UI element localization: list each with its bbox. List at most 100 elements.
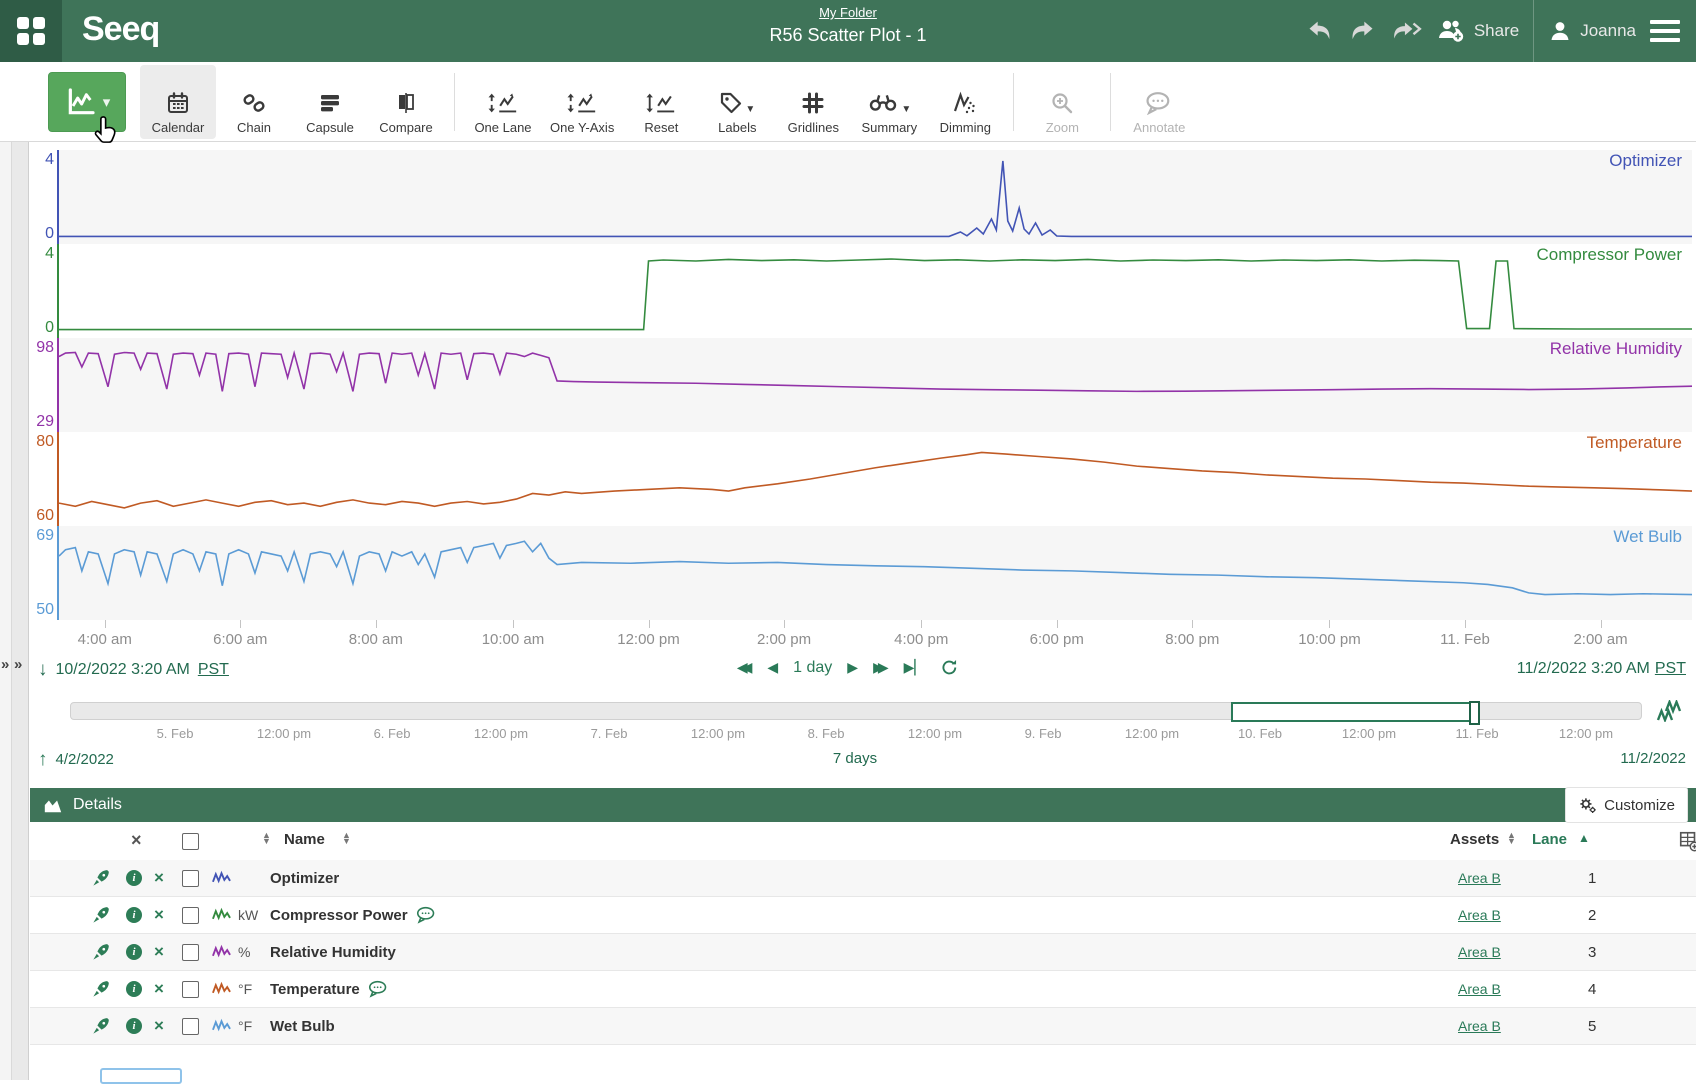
column-header-name[interactable]: Name <box>284 831 325 848</box>
undo-icon[interactable] <box>1306 17 1334 45</box>
toolbar-button-zoom[interactable]: Zoom <box>1024 65 1100 139</box>
info-icon[interactable]: i <box>126 860 142 896</box>
sort-lane-asc-icon[interactable]: ▲ <box>1578 831 1590 845</box>
sort-assets-icon[interactable]: ▲▼ <box>1507 833 1516 844</box>
info-icon[interactable]: i <box>126 897 142 933</box>
rocket-icon[interactable] <box>92 971 110 1007</box>
lane-plot-area[interactable]: Compressor Power <box>57 244 1692 338</box>
row-checkbox[interactable] <box>182 934 199 970</box>
labels-icon <box>719 91 743 115</box>
comment-icon[interactable] <box>416 906 437 924</box>
lane-plot-area[interactable]: Relative Humidity <box>57 338 1692 432</box>
timeline-track[interactable] <box>70 702 1642 720</box>
redo-icon[interactable] <box>1348 17 1376 45</box>
asset-link[interactable]: Area B <box>1458 1008 1501 1044</box>
info-icon[interactable]: i <box>126 934 142 970</box>
share-button[interactable]: Share <box>1436 18 1519 44</box>
lane-plot-area[interactable]: Optimizer <box>57 150 1692 244</box>
row-checkbox[interactable] <box>182 860 199 896</box>
signal-name[interactable]: Compressor Power <box>270 897 437 933</box>
display-range-end[interactable]: 11/2/2022 3:20 AM <box>1517 660 1650 678</box>
lane-plot-area[interactable]: Wet Bulb <box>57 526 1692 620</box>
asset-link[interactable]: Area B <box>1458 934 1501 970</box>
toolbar-button-annotate[interactable]: Annotate <box>1121 65 1197 139</box>
asset-link[interactable]: Area B <box>1458 897 1501 933</box>
user-menu[interactable]: Joanna <box>1548 19 1636 43</box>
remove-icon[interactable]: × <box>154 1008 164 1044</box>
toolbar-button-one-lane[interactable]: One Lane <box>465 65 541 139</box>
home-button[interactable] <box>0 0 62 62</box>
timezone-link[interactable]: PST <box>198 661 229 679</box>
info-icon[interactable]: i <box>126 971 142 1007</box>
redo-all-icon[interactable] <box>1390 17 1422 45</box>
unit-label: kW <box>238 897 258 933</box>
toolbar-button-compare[interactable]: Compare <box>368 65 444 139</box>
signal-name[interactable]: Relative Humidity <box>270 934 396 970</box>
hamburger-menu-icon[interactable] <box>1650 20 1680 42</box>
asset-link[interactable]: Area B <box>1458 971 1501 1007</box>
onelane-icon <box>566 91 598 115</box>
display-range-start[interactable]: 10/2/2022 3:20 AM <box>56 661 190 679</box>
chain-icon <box>242 91 266 115</box>
toolbar-button-dimming[interactable]: Dimming <box>927 65 1003 139</box>
sort-name-icon[interactable]: ▲▼ <box>342 833 351 844</box>
toolbar-button-gridlines[interactable]: Gridlines <box>775 65 851 139</box>
row-checkbox[interactable] <box>182 971 199 1007</box>
investigate-range-start[interactable]: 4/2/2022 <box>56 751 114 768</box>
lane-plot-area[interactable]: Temperature <box>57 432 1692 526</box>
nav-fast-forward-icon[interactable]: ▶▶ <box>873 659 889 676</box>
signal-name[interactable]: Wet Bulb <box>270 1008 335 1044</box>
toolbar-divider <box>1013 73 1014 131</box>
capsule-time-icon[interactable] <box>1656 700 1682 722</box>
remove-all-icon[interactable]: × <box>131 830 142 851</box>
refresh-icon[interactable] <box>940 658 959 677</box>
row-checkbox[interactable] <box>182 1008 199 1044</box>
remove-icon[interactable]: × <box>154 897 164 933</box>
timezone-link[interactable]: PST <box>1655 660 1686 678</box>
info-icon[interactable]: i <box>126 1008 142 1044</box>
toolbar-button-labels[interactable]: ▼Labels <box>699 65 775 139</box>
series-label-temperature[interactable]: Temperature <box>1587 433 1682 453</box>
nav-previous-icon[interactable]: ◀ <box>767 659 778 676</box>
trend-view-picker-button[interactable]: ▾ <box>48 72 126 132</box>
rocket-icon[interactable] <box>92 934 110 970</box>
nav-to-end-icon[interactable]: ▶▏ <box>904 659 926 676</box>
column-header-lane[interactable]: Lane <box>1532 831 1567 848</box>
duration-label[interactable]: 1 day <box>793 659 832 677</box>
toolbar-button-summary[interactable]: ▼Summary <box>851 65 927 139</box>
rocket-icon[interactable] <box>92 897 110 933</box>
remove-icon[interactable]: × <box>154 860 164 896</box>
details-title: Details <box>73 796 122 814</box>
rocket-icon[interactable] <box>92 860 110 896</box>
nav-next-icon[interactable]: ▶ <box>847 659 858 676</box>
timeline-selection-handle[interactable] <box>1469 701 1480 725</box>
series-label-compressor-power[interactable]: Compressor Power <box>1537 245 1683 265</box>
toolbar-button-calendar[interactable]: Calendar <box>140 65 216 139</box>
comment-icon[interactable] <box>368 980 389 998</box>
investigate-duration[interactable]: 7 days <box>833 750 877 767</box>
column-header-assets[interactable]: Assets <box>1450 831 1499 848</box>
toolbar-button-reset[interactable]: Reset <box>623 65 699 139</box>
remove-icon[interactable]: × <box>154 971 164 1007</box>
customize-button[interactable]: Customize <box>1565 787 1688 823</box>
series-label-relative-humidity[interactable]: Relative Humidity <box>1550 339 1682 359</box>
signal-name[interactable]: Optimizer <box>270 860 339 896</box>
nav-first-icon[interactable]: ◀◀ <box>737 659 753 676</box>
asset-link[interactable]: Area B <box>1458 860 1501 896</box>
row-checkbox[interactable] <box>182 897 199 933</box>
sort-type-icon[interactable]: ▲▼ <box>262 833 271 844</box>
rocket-icon[interactable] <box>92 1008 110 1044</box>
toolbar-button-capsule[interactable]: Capsule <box>292 65 368 139</box>
series-label-optimizer[interactable]: Optimizer <box>1609 151 1682 171</box>
remove-icon[interactable]: × <box>154 934 164 970</box>
add-column-icon[interactable] <box>1678 830 1696 852</box>
timeline-selection[interactable] <box>1231 702 1478 722</box>
toolbar-label: Reset <box>644 120 678 135</box>
toolbar-button-one-y-axis[interactable]: One Y-Axis <box>541 65 623 139</box>
series-label-wet-bulb[interactable]: Wet Bulb <box>1613 527 1682 547</box>
breadcrumb[interactable]: My Folder <box>769 5 926 20</box>
investigate-range-end[interactable]: 11/2/2022 <box>1620 750 1686 767</box>
toolbar-button-chain[interactable]: Chain <box>216 65 292 139</box>
signal-name[interactable]: Temperature <box>270 971 389 1007</box>
select-all-checkbox[interactable] <box>182 833 199 850</box>
